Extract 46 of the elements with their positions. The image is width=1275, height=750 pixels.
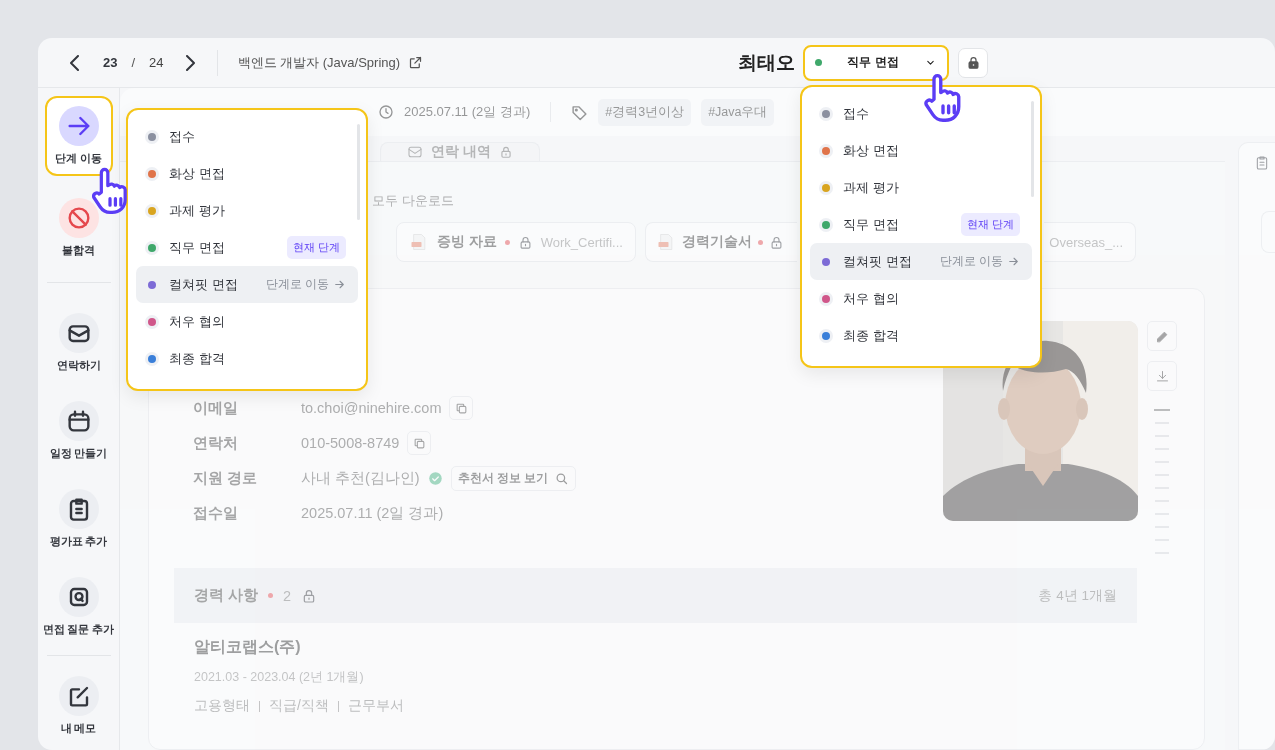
stage-select[interactable]: 직무 면접: [803, 44, 949, 81]
current-stage-badge: 현재 단계: [960, 213, 1020, 236]
stage-option[interactable]: 직무 면접 현재 단계: [810, 206, 1032, 243]
date-text: 2025.07.11 (2일 경과): [404, 103, 531, 121]
stage-option[interactable]: 컬쳐핏 면접 단계로 이동: [136, 266, 358, 303]
company-name: 알티코랩스(주): [194, 637, 302, 657]
stage-option[interactable]: 처우 협의: [136, 303, 358, 340]
attachment-title: 증빙 자료: [437, 233, 497, 251]
action-button[interactable]: 일정 만들기: [44, 391, 113, 471]
stage-option[interactable]: 과제 평가: [136, 192, 358, 229]
field-label: 지원 경로: [193, 468, 259, 488]
stage-option[interactable]: 직무 면접 현재 단계: [136, 229, 358, 266]
candidate-name: 최태오: [738, 50, 795, 75]
attachment-title: 경력기술서: [682, 233, 752, 251]
action-button[interactable]: 면접 질문 추가: [44, 567, 113, 647]
field-label: 연락처: [193, 433, 239, 453]
stage-option[interactable]: 처우 협의: [810, 280, 1032, 317]
stage-option[interactable]: 최종 합격: [810, 317, 1032, 354]
stage-option[interactable]: 화상 면접: [136, 155, 358, 192]
stage-option[interactable]: 최종 합격: [136, 340, 358, 377]
stage-option[interactable]: 접수: [810, 95, 1032, 132]
stage-option[interactable]: 과제 평가: [810, 169, 1032, 206]
detail-text: 직급/직책: [269, 697, 329, 715]
move-to-stage-hint: 단계로 이동: [939, 254, 1020, 269]
action-button[interactable]: 연락하기: [44, 303, 113, 383]
stage-option[interactable]: 접수: [136, 118, 358, 155]
field-value: to.choi@ninehire.com: [301, 400, 442, 416]
field-value: 2025.07.11 (2일 경과): [301, 503, 444, 523]
action-button[interactable]: 평가표 추가: [44, 479, 113, 559]
field-value: 010-5008-8749: [301, 435, 400, 451]
move-to-stage-hint: 단계로 이동: [265, 277, 346, 292]
stage-option[interactable]: 컬쳐핏 면접 단계로 이동: [810, 243, 1032, 280]
page-number: 23: [103, 55, 118, 70]
action-button[interactable]: 단계 이동: [44, 96, 113, 176]
field-value: 사내 추천(김나인): [301, 468, 420, 488]
action-button[interactable]: 내 메모: [44, 666, 113, 746]
field-label: 접수일: [193, 503, 239, 523]
detail-text: 근무부서: [347, 697, 404, 715]
section-title: 경력 사항: [194, 586, 259, 605]
page-separator: /: [131, 55, 136, 70]
field-label: 이메일: [193, 398, 239, 418]
stage-option[interactable]: 화상 면접: [810, 132, 1032, 169]
page-total: 24: [149, 55, 164, 70]
detail-text: 고용형태: [194, 697, 250, 715]
current-stage-badge: 현재 단계: [286, 236, 346, 259]
job-title-link[interactable]: 백엔드 개발자 (Java/Spring): [237, 53, 424, 72]
